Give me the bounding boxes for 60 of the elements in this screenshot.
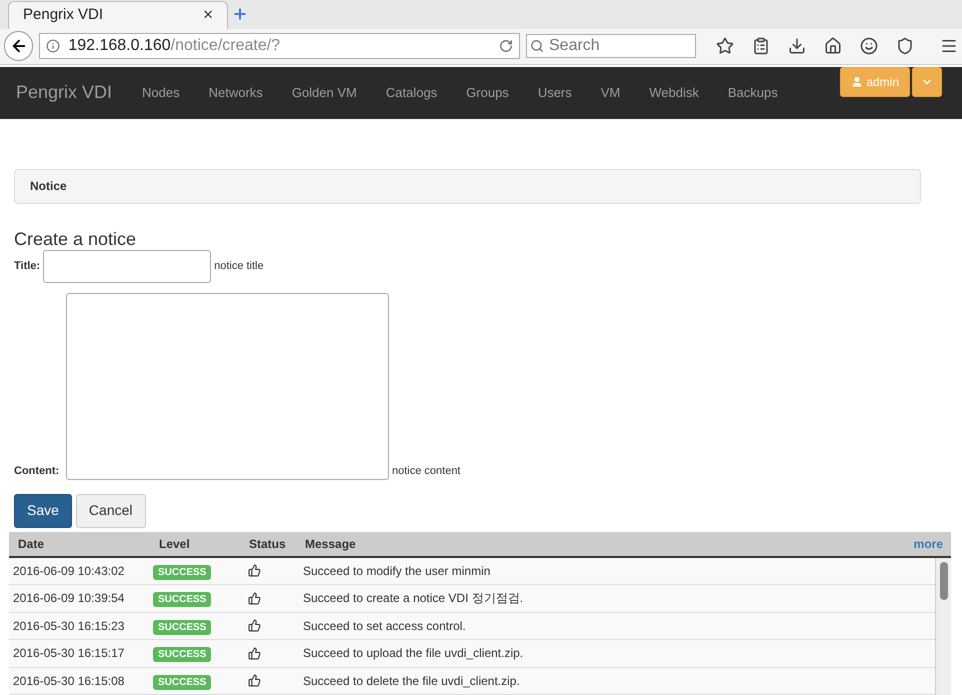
download-icon[interactable]: [788, 37, 806, 56]
search-icon: [530, 39, 544, 54]
reload-icon[interactable]: [499, 39, 513, 54]
nav-link[interactable]: Groups: [466, 82, 509, 102]
content-hint: notice content: [392, 464, 460, 479]
nav-link[interactable]: Networks: [208, 82, 263, 102]
title-hint: notice title: [214, 258, 264, 274]
back-button[interactable]: [4, 31, 34, 62]
date-cell-text: 2016-06-09 10:43:02: [12, 562, 126, 580]
info-icon[interactable]: [46, 39, 60, 54]
date-cell-text: 2016-05-30 16:15:23: [12, 618, 126, 635]
cancel-button[interactable]: Cancel: [76, 494, 146, 528]
brand-title[interactable]: Pengrix VDI: [16, 79, 112, 106]
thumbs-up-icon: [248, 619, 261, 632]
nav-link[interactable]: Users: [538, 82, 572, 102]
bookmark-star-icon[interactable]: [716, 37, 734, 56]
column-header: Date: [17, 536, 46, 552]
title-input[interactable]: [43, 250, 212, 282]
message-cell-text: Succeed to upload the file uvdi_client.zip.: [303, 645, 524, 662]
nav-link[interactable]: Catalogs: [386, 82, 438, 102]
address-field[interactable]: 192.168.0.160/notice/create/?: [39, 33, 520, 60]
nav-link[interactable]: Nodes: [142, 82, 180, 102]
save-button[interactable]: Save: [14, 494, 72, 528]
close-tab-button[interactable]: ×: [203, 2, 213, 28]
date-cell-text: 2016-06-09 10:39:54: [12, 590, 126, 608]
nav-link[interactable]: VM: [600, 82, 620, 102]
message-cell-text: Succeed to delete the file uvdi_client.zip.: [303, 672, 521, 690]
scrollbar[interactable]: [935, 558, 951, 695]
search-field[interactable]: Search: [526, 34, 696, 58]
column-header: Level: [158, 536, 191, 552]
title-label: Title:: [14, 258, 40, 274]
content-label: Content:: [14, 464, 60, 479]
nav-link[interactable]: Webdisk: [649, 82, 699, 102]
form-heading: Create a notice: [14, 228, 138, 250]
home-icon[interactable]: [824, 37, 842, 56]
thumbs-up-icon: [248, 646, 261, 660]
more-link[interactable]: more: [914, 534, 943, 552]
breadcrumb-text: Notice: [30, 178, 67, 195]
thumbs-up-icon: [248, 592, 261, 605]
date-cell-text: 2016-05-30 16:15:08: [12, 672, 126, 690]
level-badge: SUCCESS: [153, 674, 212, 690]
column-header: Message: [305, 536, 357, 552]
user-icon: [851, 76, 864, 88]
level-badge: SUCCESS: [153, 564, 212, 580]
thumbs-up-icon: [248, 674, 261, 688]
date-cell-text: 2016-05-30 16:15:17: [12, 645, 126, 662]
level-badge: SUCCESS: [153, 647, 212, 662]
message-cell-text: Succeed to set access control.: [303, 618, 467, 635]
browser-tab[interactable]: Pengrix VDI ×: [8, 0, 228, 29]
message-cell-text: Succeed to modify the user minmin: [303, 562, 492, 580]
reading-list-icon[interactable]: [752, 37, 770, 56]
level-badge: SUCCESS: [153, 592, 212, 608]
smiley-icon[interactable]: [860, 37, 878, 56]
column-header: Status: [249, 536, 287, 552]
level-badge: SUCCESS: [153, 620, 212, 635]
nav-link[interactable]: Backups: [728, 82, 778, 102]
new-tab-icon[interactable]: [232, 6, 248, 22]
thumbs-up-icon: [248, 564, 261, 578]
nav-link[interactable]: Golden VM: [292, 82, 357, 102]
message-cell-text: Succeed to create a notice VDI 정기점검.: [303, 590, 524, 608]
